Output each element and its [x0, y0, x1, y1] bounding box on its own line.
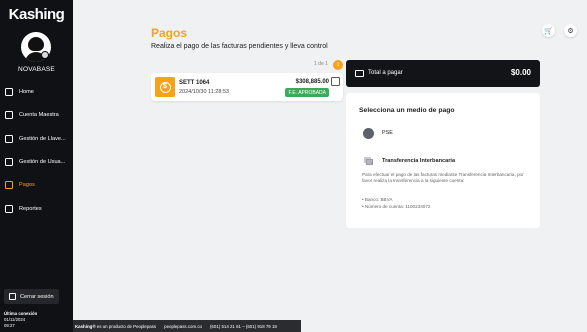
- invoice-date: 2024/10/30 11:28:53: [179, 89, 230, 95]
- footer-product: Kashing® es un producto de Peoplepass: [75, 324, 156, 329]
- sidebar-item-reportes[interactable]: Reportes: [0, 201, 73, 217]
- payment-methods-title: Selecciona un medio de pago: [359, 107, 455, 114]
- money-icon: [355, 70, 364, 77]
- sidebar-item-label: Home: [19, 89, 34, 95]
- invoice-card[interactable]: $ SETT 1064 2024/10/30 11:28:53 $308,885…: [151, 73, 343, 101]
- sidebar-item-cuenta-maestra[interactable]: Cuenta Maestra: [0, 107, 73, 123]
- page-subtitle: Realiza el pago de las facturas pendient…: [151, 43, 328, 50]
- bank-transfer-icon[interactable]: [363, 155, 374, 166]
- footer-product-text: es un producto de Peoplepass: [96, 323, 157, 329]
- sidebar-item-label: Pagos: [19, 182, 35, 188]
- users-icon: [5, 158, 13, 166]
- last-connection-time: 09:27: [4, 323, 15, 328]
- app-logo[interactable]: Kashing: [0, 6, 73, 23]
- sidebar-item-label: Gestión de Usua...: [19, 159, 66, 165]
- payments-icon: [5, 181, 13, 189]
- pagination-current-page[interactable]: 1: [333, 60, 343, 70]
- invoice-name: SETT 1064: [179, 80, 210, 86]
- avatar-settings-icon[interactable]: [41, 51, 49, 59]
- sidebar-item-home[interactable]: Home: [0, 84, 73, 100]
- settings-button[interactable]: ⚙: [564, 24, 577, 37]
- transfer-option-label[interactable]: Transferencia Interbancaria: [382, 158, 455, 164]
- pse-icon[interactable]: [363, 128, 374, 139]
- sidebar-item-label: Reportes: [19, 206, 42, 212]
- footer-phones: (601) 514 21 61 – (601) 918 79 19: [209, 323, 277, 329]
- sidebar-item-pagos[interactable]: Pagos: [0, 177, 73, 193]
- sidebar: Kashing NOVABASE Home Cuenta Maestra Ges…: [0, 0, 73, 332]
- payment-methods-panel: Selecciona un medio de pago PSE Transfer…: [346, 93, 540, 228]
- invoice-amount: $308,885.00: [295, 79, 329, 85]
- last-connection-label: Última conexión: [4, 311, 38, 316]
- total-panel: Total a pagar $0.00: [346, 60, 540, 87]
- pse-option-label[interactable]: PSE: [382, 130, 393, 136]
- logout-button[interactable]: Cerrar sesión: [4, 289, 59, 304]
- sidebar-item-label: Gestión de Llave...: [19, 136, 66, 142]
- logout-label: Cerrar sesión: [20, 293, 54, 300]
- invoice-coin-icon: $: [155, 77, 175, 97]
- cart-icon: 🛒: [544, 27, 553, 35]
- home-icon: [5, 88, 13, 96]
- footer-bar: Kashing® es un producto de Peoplepass pe…: [73, 320, 301, 332]
- total-label: Total a pagar: [368, 70, 403, 76]
- invoice-status-badge: F.E. APROBADA: [285, 88, 329, 97]
- cart-button[interactable]: 🛒: [542, 24, 555, 37]
- sidebar-item-label: Cuenta Maestra: [19, 112, 59, 118]
- logout-icon: [9, 293, 16, 300]
- transfer-description: Para efectuar el pago de las facturas me…: [362, 172, 524, 184]
- transfer-bank: • Banco: BBVA: [362, 197, 393, 202]
- reports-icon: [5, 205, 13, 213]
- last-connection: Última conexión 01/11/2024 09:27: [4, 311, 37, 329]
- footer-website-link[interactable]: peoplepass.com.co: [164, 324, 202, 329]
- invoice-select-checkbox[interactable]: [331, 77, 340, 86]
- key-icon: [5, 135, 13, 143]
- sidebar-item-gestion-llaves[interactable]: Gestión de Llave...: [0, 131, 73, 147]
- last-connection-date: 01/11/2024: [4, 317, 26, 322]
- pagination-text: 1 de 1: [314, 61, 328, 67]
- company-name: NOVABASE: [18, 66, 55, 73]
- page-title: Pagos: [151, 26, 188, 40]
- footer-brand: Kashing®: [75, 323, 96, 329]
- total-value: $0.00: [510, 68, 531, 77]
- wallet-icon: [5, 111, 13, 119]
- sidebar-item-gestion-usuarios[interactable]: Gestión de Usua...: [0, 154, 73, 170]
- settings-icon: ⚙: [567, 27, 574, 35]
- transfer-account-number: • Número de cuenta: 1100234072: [362, 204, 431, 209]
